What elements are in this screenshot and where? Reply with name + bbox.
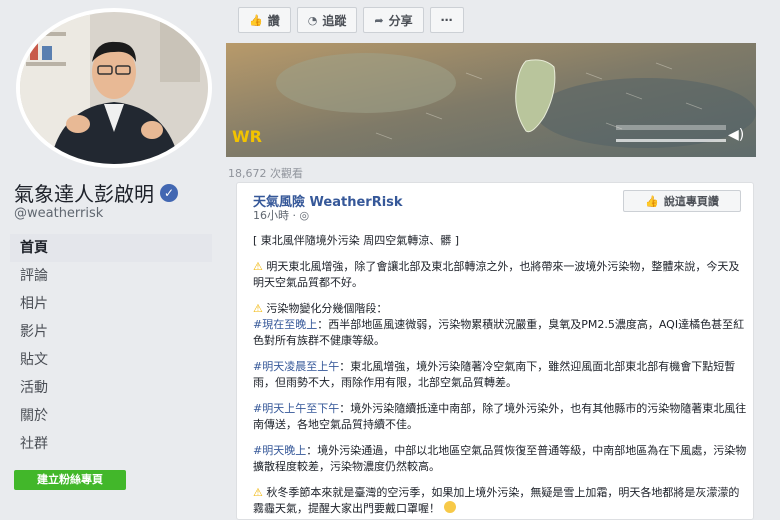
para6-text: ：境外污染通過，中部以北地區空氣品質恢復至普通等級，中南部地區為在下風處，污染物… [253, 444, 747, 473]
share-button-label: 分享 [388, 13, 413, 28]
nav-item-reviews[interactable]: 評論 [10, 262, 212, 290]
nav-item-posts[interactable]: 貼文 [10, 346, 212, 374]
warning-icon: ⚠ [253, 260, 263, 273]
globe-icon: ◎ [299, 209, 310, 222]
follow-button-label: 追蹤 [322, 13, 347, 28]
hashtag-tomorrow-night[interactable]: #明天晚上 [253, 444, 306, 457]
hashtag-now-to-evening[interactable]: #現在至晚上 [253, 318, 317, 331]
hashtag-early-morning[interactable]: #明天凌晨至上午 [253, 360, 339, 373]
verified-check-icon: ✓ [160, 183, 178, 202]
create-page-button[interactable]: 建立粉絲專頁 [14, 470, 126, 490]
warning-icon: ⚠ [253, 302, 263, 315]
warning-icon: ⚠ [253, 486, 263, 499]
para7-text: 秋冬季節本來就是臺灣的空污季，如果加上境外污染，無疑是雪上加霜，明天各地都將是灰… [253, 486, 740, 515]
follow-button[interactable]: ◔ 追蹤 [296, 7, 358, 33]
post-paragraph-3: #明天凌晨至上午：東北風增強，境外污染隨著冷空氣南下，雖然迎風面北部東北部有機會… [253, 359, 747, 391]
para3-text: ：西半部地區風速微弱，污染物累積狀況嚴重，臭氧及PM2.5濃度高，AQI達橘色甚… [253, 318, 745, 347]
post-time[interactable]: 16小時 · ◎ [253, 207, 309, 223]
nav-item-videos[interactable]: 影片 [10, 318, 212, 346]
page-action-bar: 👍 讚 ◔ 追蹤 ➦ 分享 ⋯ [238, 7, 464, 33]
post-paragraph-5: #明天晚上：境外污染通過，中部以北地區空氣品質恢復至普通等級，中南部地區為在下風… [253, 443, 747, 475]
thumbs-up-icon: 👍 [249, 13, 263, 27]
hashtag-morning-afternoon[interactable]: #明天上午至下午 [253, 402, 339, 415]
page-username[interactable]: @weatherrisk [14, 206, 103, 221]
profile-photo[interactable] [16, 8, 212, 168]
nav-item-community[interactable]: 社群 [10, 430, 212, 458]
share-icon: ➦ [374, 13, 384, 27]
nav-item-photos[interactable]: 相片 [10, 290, 212, 318]
share-button[interactable]: ➦ 分享 [363, 7, 424, 33]
nav-item-home[interactable]: 首頁 [10, 234, 212, 262]
mask-emoji-icon [443, 501, 456, 513]
thumbs-up-icon: 👍 [645, 194, 659, 208]
weatherrisk-logo-icon: WR [232, 127, 262, 146]
like-page-label: 說這專頁讚 [663, 195, 719, 208]
post-card: 天氣風險 WeatherRisk 16小時 · ◎ 👍 說這專頁讚 [ 東北風伴… [236, 182, 754, 520]
nav-item-about[interactable]: 關於 [10, 402, 212, 430]
left-nav: 首頁 評論 相片 影片 貼文 活動 關於 社群 [10, 234, 212, 458]
rss-icon: ◔ [307, 13, 318, 27]
profile-photo-image [20, 12, 208, 164]
like-page-button[interactable]: 👍 說這專頁讚 [623, 190, 741, 212]
post-paragraph-6: ⚠ 秋冬季節本來就是臺灣的空污季，如果加上境外污染，無疑是雪上加霜，明天各地都將… [253, 485, 747, 517]
like-button-label: 讚 [267, 13, 280, 28]
post-paragraph-1: ⚠ 明天東北風增強，除了會讓北部及東北部轉涼之外，也將帶來一波境外污染物，整體來… [253, 259, 747, 291]
page-name-row: 氣象達人彭啟明 ✓ [14, 178, 178, 207]
more-button[interactable]: ⋯ [429, 7, 464, 33]
video-player[interactable]: WR ◀) [226, 43, 756, 157]
post-headline: [ 東北風伴隨境外污染 周四空氣轉涼、髒 ] [253, 234, 460, 247]
post-paragraph-2: ⚠ 污染物變化分幾個階段： #現在至晚上：西半部地區風速微弱，污染物累積狀況嚴重… [253, 301, 747, 349]
nav-item-events[interactable]: 活動 [10, 374, 212, 402]
view-count: 18,672 次觀看 [228, 167, 303, 180]
like-button[interactable]: 👍 讚 [238, 7, 291, 33]
para2-text: 明天東北風增強，除了會讓北部及東北部轉涼之外，也將帶來一波境外污染物，整體來說，… [253, 260, 740, 289]
post-body: [ 東北風伴隨境外污染 周四空氣轉涼、髒 ] ⚠ 明天東北風增強，除了會讓北部及… [253, 233, 747, 520]
volume-icon[interactable]: ◀) [728, 127, 744, 143]
post-paragraph-4: #明天上午至下午：境外污染隨續抵達中南部，除了境外污染外，也有其他縣市的污染物隨… [253, 401, 747, 433]
page-name: 氣象達人彭啟明 [14, 182, 154, 206]
para3-intro: 污染物變化分幾個階段： [266, 302, 388, 315]
post-time-text: 16小時 · [253, 209, 300, 222]
more-icon: ⋯ [440, 13, 453, 27]
